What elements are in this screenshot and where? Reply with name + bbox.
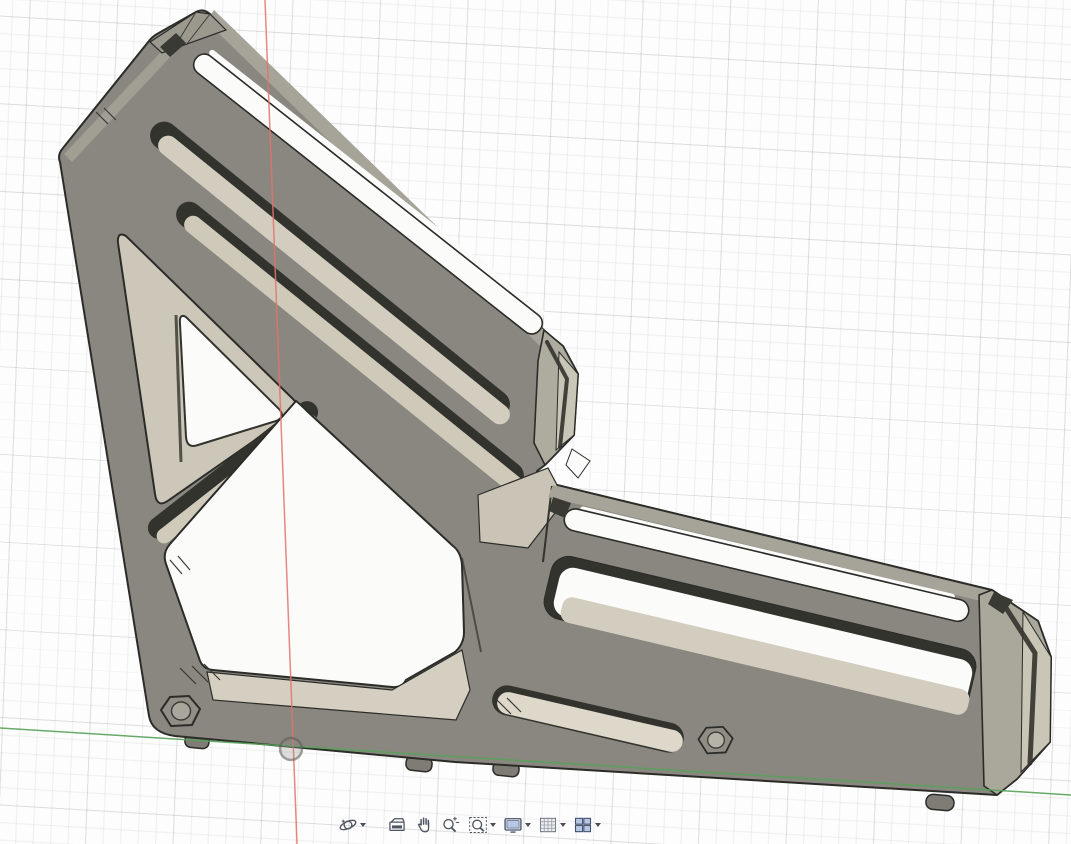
pan-tool[interactable] bbox=[412, 814, 436, 836]
fit-tool[interactable] bbox=[466, 814, 498, 836]
zoom-icon bbox=[441, 815, 461, 835]
zoom-tool[interactable] bbox=[439, 814, 463, 836]
end-cap-right bbox=[979, 590, 1051, 795]
dropdown-caret-icon[interactable] bbox=[595, 823, 601, 827]
grid-icon bbox=[538, 815, 558, 835]
navbar bbox=[336, 810, 603, 840]
viewport-canvas[interactable] bbox=[0, 0, 1071, 844]
bracket-model[interactable] bbox=[59, 10, 1051, 795]
dropdown-caret-icon[interactable] bbox=[525, 823, 531, 827]
look-at-icon bbox=[387, 815, 407, 835]
junction-gap bbox=[566, 449, 590, 478]
scene-3d bbox=[0, 0, 1071, 844]
dropdown-caret-icon[interactable] bbox=[560, 823, 566, 827]
grid-tool[interactable] bbox=[536, 814, 568, 836]
dropdown-caret-icon[interactable] bbox=[360, 823, 366, 827]
orbit-tool[interactable] bbox=[336, 814, 368, 836]
pan-icon bbox=[414, 815, 434, 835]
fit-icon bbox=[468, 815, 488, 835]
viewports-tool[interactable] bbox=[571, 814, 603, 836]
orbit-icon bbox=[338, 815, 358, 835]
look-at-tool[interactable] bbox=[385, 814, 409, 836]
display-settings-tool[interactable] bbox=[501, 814, 533, 836]
end-cap-top bbox=[534, 330, 578, 465]
viewports-icon bbox=[573, 815, 593, 835]
origin-marker[interactable] bbox=[280, 738, 302, 760]
dropdown-caret-icon[interactable] bbox=[490, 823, 496, 827]
display-settings-icon bbox=[503, 815, 523, 835]
